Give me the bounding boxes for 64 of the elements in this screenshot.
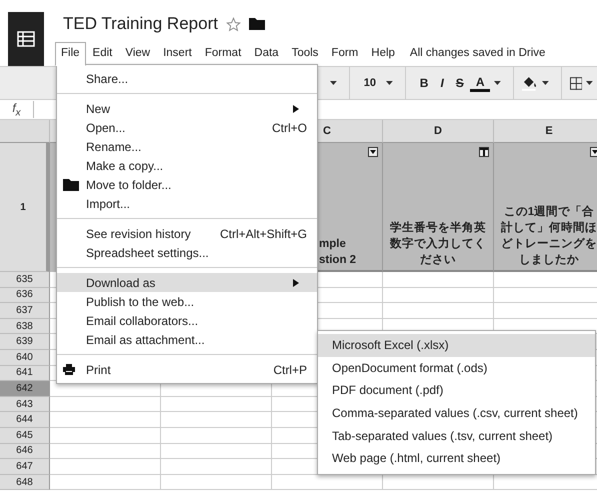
menu-option[interactable]: Email as attachment... bbox=[57, 330, 317, 349]
menu-item[interactable]: Data bbox=[248, 42, 285, 66]
menu-item[interactable]: Format bbox=[198, 42, 248, 66]
dropdown-icon[interactable] bbox=[590, 147, 597, 157]
font-size-value[interactable]: 10 bbox=[358, 77, 382, 89]
menu-item[interactable]: Form bbox=[325, 42, 364, 66]
menu-option[interactable]: OpenDocument format (.ods) bbox=[318, 356, 595, 380]
row-number[interactable]: 646 bbox=[0, 444, 50, 460]
spreadsheet-app-icon[interactable] bbox=[8, 12, 44, 66]
row-number[interactable]: 644 bbox=[0, 412, 50, 428]
color-button[interactable]: A bbox=[470, 74, 490, 92]
menu-item[interactable]: Help bbox=[365, 42, 401, 66]
row-number[interactable]: 643 bbox=[0, 396, 50, 412]
folder-icon bbox=[63, 178, 79, 190]
menu-item[interactable]: View bbox=[119, 42, 156, 66]
menu-option[interactable]: Web page (.html, current sheet) bbox=[318, 446, 595, 470]
menu-option[interactable]: Publish to the web... bbox=[57, 292, 317, 311]
folder-icon bbox=[248, 18, 265, 30]
menu-option[interactable]: Microsoft Excel (.xlsx) bbox=[318, 334, 595, 357]
menu-item[interactable]: Edit bbox=[86, 42, 118, 66]
row-number[interactable]: 642 bbox=[0, 381, 50, 397]
column-header[interactable]: D bbox=[383, 120, 494, 143]
row-number[interactable]: 647 bbox=[0, 459, 50, 475]
row-number[interactable]: 637 bbox=[0, 303, 50, 319]
row-number[interactable]: 645 bbox=[0, 428, 50, 444]
menu-item[interactable]: Insert bbox=[157, 42, 198, 66]
row-number[interactable]: 636 bbox=[0, 288, 50, 304]
document-title[interactable]: TED Training Report bbox=[63, 14, 218, 34]
menu-option[interactable]: Download as bbox=[57, 273, 317, 292]
header-cell: この1週間で「合計して」何時間ほどトレーニングをしましたか bbox=[494, 143, 597, 272]
menu-option[interactable]: Print Ctrl+P bbox=[57, 360, 317, 379]
menu-item[interactable]: File bbox=[55, 42, 86, 66]
caret-icon bbox=[542, 81, 549, 85]
dropdown-icon[interactable] bbox=[368, 147, 378, 157]
fill-color-icon[interactable] bbox=[522, 76, 538, 90]
column-header[interactable]: E bbox=[494, 120, 597, 143]
strike-button[interactable]: S bbox=[450, 76, 470, 90]
bold-button[interactable]: B bbox=[414, 76, 434, 90]
filter-icon[interactable] bbox=[479, 147, 489, 157]
caret-icon bbox=[386, 81, 393, 85]
row-number[interactable]: 1 bbox=[0, 143, 50, 272]
menu-option[interactable]: Email collaborators... bbox=[57, 311, 317, 330]
borders-icon[interactable] bbox=[570, 76, 582, 90]
menu-option[interactable]: Share... bbox=[57, 69, 317, 88]
star-icon[interactable] bbox=[226, 16, 241, 32]
menu-item[interactable]: Tools bbox=[286, 42, 324, 66]
menu-option[interactable]: Tab-separated values (.tsv, current sheet) bbox=[318, 424, 595, 447]
header-cell: 学生番号を半角英数字で入力してください bbox=[383, 143, 494, 272]
caret-icon bbox=[586, 81, 593, 85]
row-number[interactable]: 648 bbox=[0, 474, 50, 490]
menu-option[interactable]: New bbox=[57, 99, 317, 118]
formula-label: f$_{x}$ bbox=[0, 100, 34, 118]
menu-option[interactable]: PDF document (.pdf) bbox=[318, 379, 595, 402]
row-number[interactable]: 638 bbox=[0, 318, 50, 334]
row-number[interactable]: 639 bbox=[0, 334, 50, 350]
caret-icon bbox=[330, 81, 337, 85]
row-number[interactable]: 641 bbox=[0, 366, 50, 382]
menu-option[interactable]: Comma-separated values (.csv, current sheet) bbox=[318, 402, 595, 424]
row-number[interactable]: 635 bbox=[0, 272, 50, 288]
printer-icon bbox=[63, 364, 75, 375]
row-number[interactable]: 640 bbox=[0, 350, 50, 366]
italic-button[interactable]: I bbox=[434, 76, 450, 90]
caret-icon bbox=[494, 81, 502, 85]
save-status: All changes saved in Drive bbox=[410, 47, 546, 61]
